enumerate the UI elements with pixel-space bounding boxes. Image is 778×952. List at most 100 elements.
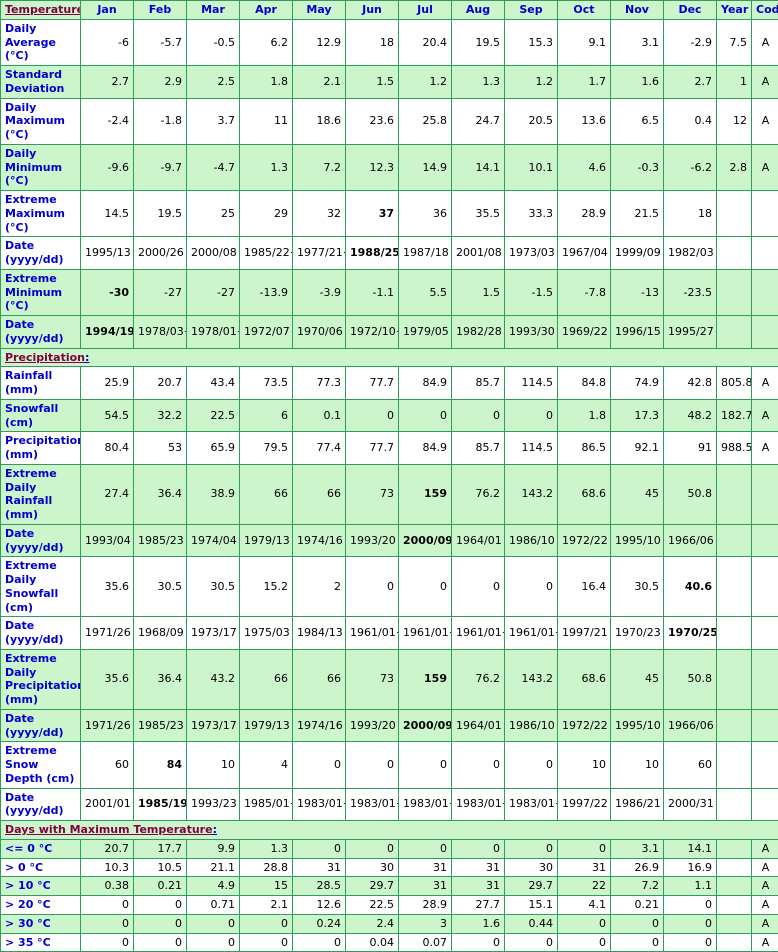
cell-apr: 15	[240, 877, 293, 896]
cell-mar: -4.7	[187, 144, 240, 190]
table-row: Daily Average (°C)-6-5.7-0.56.212.91820.…	[1, 19, 778, 65]
row-label: Daily Average (°C)	[1, 19, 81, 65]
cell-feb: 1985/23	[134, 524, 187, 557]
cell-may: 1977/21+	[293, 237, 346, 270]
cell-aug: 1.3	[452, 66, 505, 99]
section-header-label: Precipitation	[5, 351, 85, 364]
cell-dec: -2.9	[664, 19, 717, 65]
row-label: Extreme Minimum (°C)	[1, 269, 81, 315]
cell-oct: 31	[558, 858, 611, 877]
cell-may: 77.4	[293, 432, 346, 465]
cell-feb: 1968/09	[134, 617, 187, 650]
cell-feb: 1985/19	[134, 788, 187, 821]
cell-nov: 3.1	[611, 839, 664, 858]
cell-jun: 1993/20	[346, 524, 399, 557]
cell-oct: 0	[558, 914, 611, 933]
cell-jun: 30	[346, 858, 399, 877]
row-label: Extreme Snow Depth (cm)	[1, 742, 81, 788]
cell-jun: 0.04	[346, 933, 399, 952]
column-header-jan: Jan	[81, 1, 134, 20]
cell-jun: 77.7	[346, 432, 399, 465]
cell-feb: -27	[134, 269, 187, 315]
row-label: Date (yyyy/dd)	[1, 709, 81, 742]
cell-code	[752, 316, 778, 349]
cell-mar: 2.5	[187, 66, 240, 99]
cell-dec: 0	[664, 933, 717, 952]
table-row: Standard Deviation2.72.92.51.82.11.51.21…	[1, 66, 778, 99]
cell-may: 12.9	[293, 19, 346, 65]
cell-aug: 24.7	[452, 98, 505, 144]
cell-jul: 25.8	[399, 98, 452, 144]
cell-feb: 1985/23	[134, 709, 187, 742]
table-row: > 20 °C000.712.112.622.528.927.715.14.10…	[1, 896, 778, 915]
cell-aug: 1.6	[452, 914, 505, 933]
cell-dec: 0	[664, 914, 717, 933]
table-row: Date (yyyy/dd)1971/261985/231973/171979/…	[1, 709, 778, 742]
cell-apr: -13.9	[240, 269, 293, 315]
cell-may: 0	[293, 933, 346, 952]
cell-dec: 42.8	[664, 367, 717, 400]
cell-jan: 54.5	[81, 399, 134, 432]
cell-jul: 0	[399, 839, 452, 858]
cell-oct: 22	[558, 877, 611, 896]
cell-oct: 86.5	[558, 432, 611, 465]
cell-mar: 38.9	[187, 464, 240, 524]
cell-jul: 31	[399, 858, 452, 877]
table-header-row: Temperature:JanFebMarAprMayJunJulAugSepO…	[1, 1, 778, 20]
cell-year	[717, 464, 752, 524]
table-row: > 30 °C00000.242.431.60.44000A	[1, 914, 778, 933]
cell-sep: 1986/10	[505, 709, 558, 742]
cell-jul: 20.4	[399, 19, 452, 65]
cell-oct: 0	[558, 839, 611, 858]
cell-year	[717, 933, 752, 952]
cell-feb: 36.4	[134, 464, 187, 524]
cell-year: 805.8	[717, 367, 752, 400]
cell-jun: 73	[346, 464, 399, 524]
cell-feb: -1.8	[134, 98, 187, 144]
cell-jan: 1993/04	[81, 524, 134, 557]
cell-code	[752, 464, 778, 524]
cell-dec: 1.1	[664, 877, 717, 896]
cell-jan: 14.5	[81, 191, 134, 237]
cell-aug: 19.5	[452, 19, 505, 65]
cell-apr: 0	[240, 933, 293, 952]
column-header-apr: Apr	[240, 1, 293, 20]
cell-apr: 15.2	[240, 557, 293, 617]
cell-mar: 25	[187, 191, 240, 237]
cell-jul: 1983/01+	[399, 788, 452, 821]
cell-code	[752, 191, 778, 237]
row-label: Rainfall (mm)	[1, 367, 81, 400]
cell-sep: 1.2	[505, 66, 558, 99]
cell-may: 77.3	[293, 367, 346, 400]
cell-dec: -6.2	[664, 144, 717, 190]
cell-jan: 2001/01	[81, 788, 134, 821]
cell-jul: 159	[399, 649, 452, 709]
cell-nov: 1970/23	[611, 617, 664, 650]
cell-dec: 0.4	[664, 98, 717, 144]
cell-may: -3.9	[293, 269, 346, 315]
cell-oct: -7.8	[558, 269, 611, 315]
cell-may: 0.1	[293, 399, 346, 432]
table-row: > 35 °C000000.040.0700000A	[1, 933, 778, 952]
column-header-jul: Jul	[399, 1, 452, 20]
cell-mar: 22.5	[187, 399, 240, 432]
cell-jun: 73	[346, 649, 399, 709]
cell-sep: 1986/10	[505, 524, 558, 557]
row-label: Extreme Maximum (°C)	[1, 191, 81, 237]
cell-jun: 77.7	[346, 367, 399, 400]
table-row: Date (yyyy/dd)1993/041985/231974/041979/…	[1, 524, 778, 557]
table-row: Extreme Maximum (°C)14.519.5252932373635…	[1, 191, 778, 237]
cell-jul: 14.9	[399, 144, 452, 190]
cell-apr: 1985/22+	[240, 237, 293, 270]
row-label: Daily Minimum (°C)	[1, 144, 81, 190]
cell-dec: 1970/25	[664, 617, 717, 650]
cell-may: 7.2	[293, 144, 346, 190]
cell-jan: 80.4	[81, 432, 134, 465]
cell-feb: 2000/26	[134, 237, 187, 270]
cell-jun: 37	[346, 191, 399, 237]
table-row: > 10 °C0.380.214.91528.529.7313129.7227.…	[1, 877, 778, 896]
cell-apr: 28.8	[240, 858, 293, 877]
cell-mar: 1978/01+	[187, 316, 240, 349]
row-label: Date (yyyy/dd)	[1, 524, 81, 557]
cell-mar: 0.71	[187, 896, 240, 915]
